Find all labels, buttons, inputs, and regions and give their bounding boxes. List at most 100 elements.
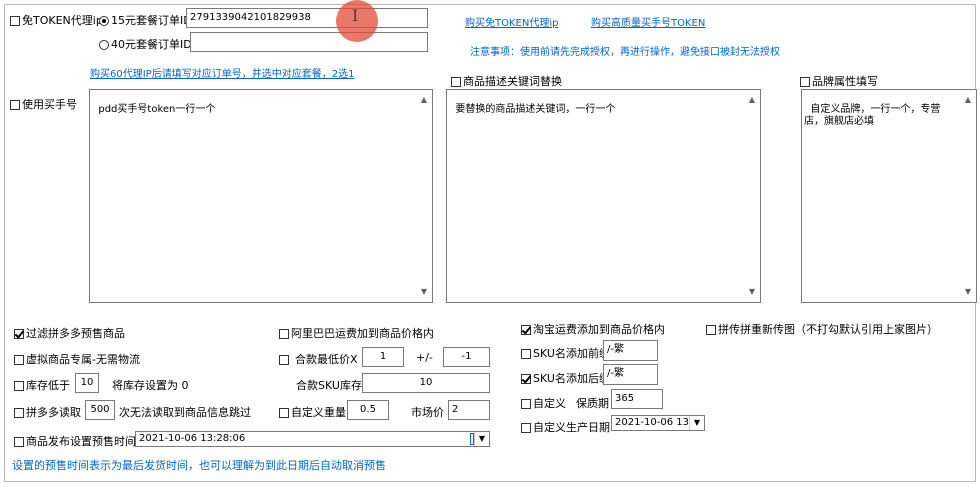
- scroll-down-icon[interactable]: ▼: [416, 284, 432, 300]
- sku-prefix-check[interactable]: [521, 349, 531, 359]
- filter-presale-check[interactable]: [14, 329, 24, 339]
- read-count-checkbox[interactable]: 拼多多读取: [14, 404, 81, 420]
- min-price-check[interactable]: [279, 355, 289, 365]
- filter-presale-checkbox[interactable]: 过滤拼多多预售商品: [14, 325, 125, 341]
- buy-proxy-hint-link[interactable]: 购买60代理IP后请填写对应订单号，并选中对应套餐，2选1: [90, 65, 354, 80]
- taobao-freight-check[interactable]: [521, 325, 531, 335]
- scroll-up-icon[interactable]: ▲: [416, 92, 432, 108]
- release-presale-check[interactable]: [14, 437, 24, 447]
- presale-date-value: 2021-10-06 13:28:06: [139, 433, 246, 444]
- sku-prefix-input[interactable]: /-繁: [603, 340, 658, 361]
- free-token-checkbox[interactable]: 免TOKEN代理ip: [10, 12, 103, 28]
- stock-low-input[interactable]: 10: [75, 373, 99, 393]
- buyer-token-textarea[interactable]: pdd买手号token一行一个 ▲ ▼: [89, 89, 433, 303]
- sku-stock-label: 合款SKU库存: [296, 379, 362, 392]
- brand-fill-checkbox[interactable]: 品牌属性填写: [800, 73, 878, 89]
- buy-token-link[interactable]: 购买高质量买手号TOKEN: [591, 14, 705, 29]
- scroll-up-icon[interactable]: ▲: [744, 92, 760, 108]
- radio-40[interactable]: 40元套餐订单ID: [99, 36, 192, 52]
- radio-40-label: 40元套餐订单ID: [111, 38, 192, 51]
- chevron-down-icon[interactable]: ▼: [689, 416, 704, 430]
- scroll-down-icon[interactable]: ▼: [744, 284, 760, 300]
- produce-date-value: 2021-10-06 13:: [615, 417, 693, 428]
- desc-keyword-text: 要替换的商品描述关键词，一行一个: [455, 104, 616, 115]
- sku-prefix-checkbox[interactable]: SKU名添加前缀: [521, 345, 610, 361]
- presale-note: 设置的预售时间表示为最后发货时间，也可以理解为到此日期后自动取消预售: [12, 459, 386, 472]
- virtual-goods-checkbox[interactable]: 虚拟商品专属-无需物流: [14, 351, 140, 367]
- desc-scrollbar[interactable]: ▲ ▼: [744, 90, 760, 302]
- stock-low-check[interactable]: [14, 381, 24, 391]
- sku-suffix-label: SKU名添加后缀: [533, 372, 610, 385]
- plus-minus-label: +/-: [416, 351, 433, 364]
- min-price-checkbox[interactable]: 合款最低价X: [279, 351, 358, 367]
- presale-date-picker[interactable]: 2021-10-06 13:28:06 ▼: [135, 431, 490, 447]
- desc-replace-check[interactable]: [451, 77, 461, 87]
- release-presale-checkbox[interactable]: 商品发布设置预售时间: [14, 433, 136, 449]
- min-price-label: 合款最低价X: [295, 353, 358, 366]
- radio-15-dot[interactable]: [99, 16, 109, 26]
- custom-date-checkbox[interactable]: 自定义生产日期: [521, 419, 610, 435]
- custom-shelf-checkbox[interactable]: 自定义 保质期: [521, 395, 609, 411]
- custom-weight-checkbox[interactable]: 自定义重量: [279, 404, 346, 420]
- desc-replace-checkbox[interactable]: 商品描述关键词替换: [451, 73, 562, 89]
- release-presale-label: 商品发布设置预售时间: [26, 435, 136, 448]
- read-count-input[interactable]: 500: [85, 400, 115, 420]
- filter-presale-label: 过滤拼多多预售商品: [26, 327, 125, 340]
- order15-input[interactable]: 2791339042101829938: [186, 8, 428, 28]
- buyer-scrollbar[interactable]: ▲ ▼: [416, 90, 432, 302]
- sku-suffix-checkbox[interactable]: SKU名添加后缀: [521, 370, 610, 386]
- ali-freight-label: 阿里巴巴运费加到商品价格内: [291, 327, 434, 340]
- repost-img-label: 拼传拼重新传图（不打勾默认引用上家图片）: [718, 323, 938, 336]
- shelf-life-label: 保质期: [576, 397, 609, 410]
- radio-15[interactable]: 15元套餐订单ID: [99, 12, 192, 28]
- sku-suffix-input[interactable]: /-繁: [603, 364, 658, 385]
- brand-text: 自定义品牌，一行一个，专营店，旗舰店必填: [804, 104, 941, 127]
- brand-scrollbar[interactable]: ▲ ▼: [960, 90, 976, 302]
- shelf-life-input[interactable]: 365: [611, 389, 663, 409]
- virtual-goods-label: 虚拟商品专属-无需物流: [26, 353, 140, 366]
- radio-40-dot[interactable]: [99, 40, 109, 50]
- read-count-label: 拼多多读取: [26, 406, 81, 419]
- read-skip-label: 次无法读取到商品信息跳过: [119, 406, 251, 419]
- scroll-down-icon[interactable]: ▼: [960, 284, 976, 300]
- custom-label: 自定义: [533, 397, 566, 410]
- use-buyer-check[interactable]: [10, 100, 20, 110]
- brand-fill-check[interactable]: [800, 77, 810, 87]
- custom-shelf-check[interactable]: [521, 399, 531, 409]
- read-count-check[interactable]: [14, 408, 24, 418]
- taobao-freight-checkbox[interactable]: 淘宝运费添加到商品价格内: [521, 321, 665, 337]
- virtual-goods-check[interactable]: [14, 355, 24, 365]
- stock-low-checkbox[interactable]: 库存低于: [14, 377, 70, 393]
- radio-15-label: 15元套餐订单ID: [111, 14, 192, 27]
- use-buyer-checkbox[interactable]: 使用买手号: [10, 96, 77, 112]
- desc-keyword-textarea[interactable]: 要替换的商品描述关键词，一行一个 ▲ ▼: [446, 89, 761, 303]
- market-price-input[interactable]: 2: [448, 400, 490, 420]
- stock-set-label: 将库存设置为 0: [112, 379, 189, 392]
- stock-low-label: 库存低于: [26, 379, 70, 392]
- ali-freight-checkbox[interactable]: 阿里巴巴运费加到商品价格内: [279, 325, 434, 341]
- min-price-input[interactable]: 1: [362, 347, 404, 367]
- custom-weight-label: 自定义重量: [291, 406, 346, 419]
- sku-prefix-label: SKU名添加前缀: [533, 347, 610, 360]
- produce-date-picker[interactable]: 2021-10-06 13: ▼: [611, 415, 705, 431]
- weight-input[interactable]: 0.5: [347, 400, 389, 420]
- free-token-check[interactable]: [10, 16, 20, 26]
- repost-img-check[interactable]: [706, 325, 716, 335]
- custom-weight-check[interactable]: [279, 408, 289, 418]
- notice-text: 注意事项：使用前请先完成授权，再进行操作，避免接口被封无法授权: [470, 47, 780, 58]
- brand-fill-label: 品牌属性填写: [812, 75, 878, 88]
- free-token-label: 免TOKEN代理ip: [22, 14, 103, 27]
- scroll-up-icon[interactable]: ▲: [960, 92, 976, 108]
- plus-minus-input[interactable]: -1: [443, 347, 490, 367]
- ali-freight-check[interactable]: [279, 329, 289, 339]
- brand-textarea[interactable]: 自定义品牌，一行一个，专营店，旗舰店必填 ▲ ▼: [801, 89, 977, 303]
- desc-replace-label: 商品描述关键词替换: [463, 75, 562, 88]
- order40-input[interactable]: [190, 32, 428, 52]
- sku-suffix-check[interactable]: [521, 374, 531, 384]
- buy-free-token-link[interactable]: 购买免TOKEN代理ip: [465, 14, 558, 29]
- custom-date-check[interactable]: [521, 423, 531, 433]
- custom-date-label: 自定义生产日期: [533, 421, 610, 434]
- repost-img-checkbox[interactable]: 拼传拼重新传图（不打勾默认引用上家图片）: [706, 321, 938, 337]
- sku-stock-input[interactable]: 10: [362, 373, 490, 393]
- chevron-down-icon[interactable]: ▼: [474, 432, 489, 446]
